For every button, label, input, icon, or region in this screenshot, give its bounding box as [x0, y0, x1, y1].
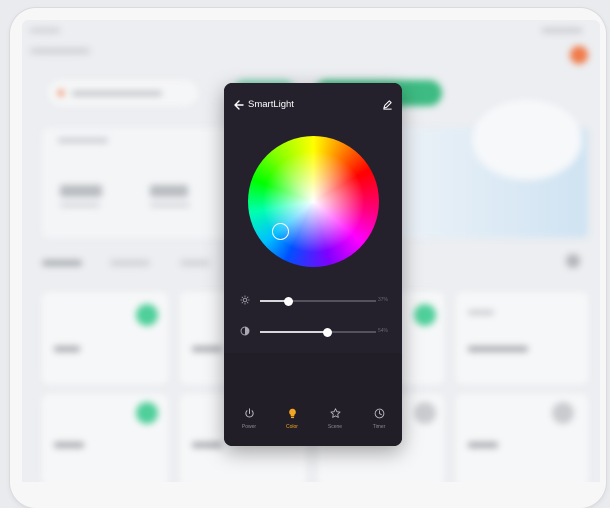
tab-timer-label: Timer [372, 424, 386, 430]
saturation-thumb[interactable] [322, 327, 332, 337]
color-wheel[interactable] [248, 136, 379, 267]
color-wheel-gradient[interactable] [248, 136, 379, 267]
star-icon [330, 408, 340, 418]
saturation-slider-row: 54% [240, 326, 400, 338]
power-icon [244, 408, 254, 418]
saturation-fill [260, 331, 327, 333]
saturation-value: 54% [378, 328, 389, 334]
modal-title: SmartLight [248, 99, 294, 110]
tab-scene[interactable]: Scene [319, 408, 351, 438]
clock-icon [374, 408, 384, 419]
tab-power[interactable]: Power [233, 408, 265, 438]
color-picker-handle[interactable] [272, 223, 289, 240]
edit-pencil-icon[interactable] [382, 99, 393, 110]
smartlight-modal: SmartLight 37% 54% Power Color Scene Tim… [224, 83, 402, 446]
tab-power-label: Power [241, 424, 257, 430]
brightness-slider-row: 37% [240, 295, 400, 307]
saturation-slider[interactable] [260, 327, 376, 337]
sun-icon [240, 295, 250, 305]
brightness-thumb[interactable] [283, 296, 293, 306]
bulb-icon [288, 408, 296, 419]
brightness-value: 37% [378, 297, 389, 303]
tab-color-label: Color [286, 424, 298, 430]
tab-scene-label: Scene [327, 424, 343, 430]
tab-color[interactable]: Color [276, 408, 308, 438]
brightness-slider[interactable] [260, 296, 376, 306]
contrast-icon [240, 326, 250, 336]
tab-timer[interactable]: Timer [363, 408, 395, 438]
back-arrow-icon[interactable] [233, 99, 245, 111]
